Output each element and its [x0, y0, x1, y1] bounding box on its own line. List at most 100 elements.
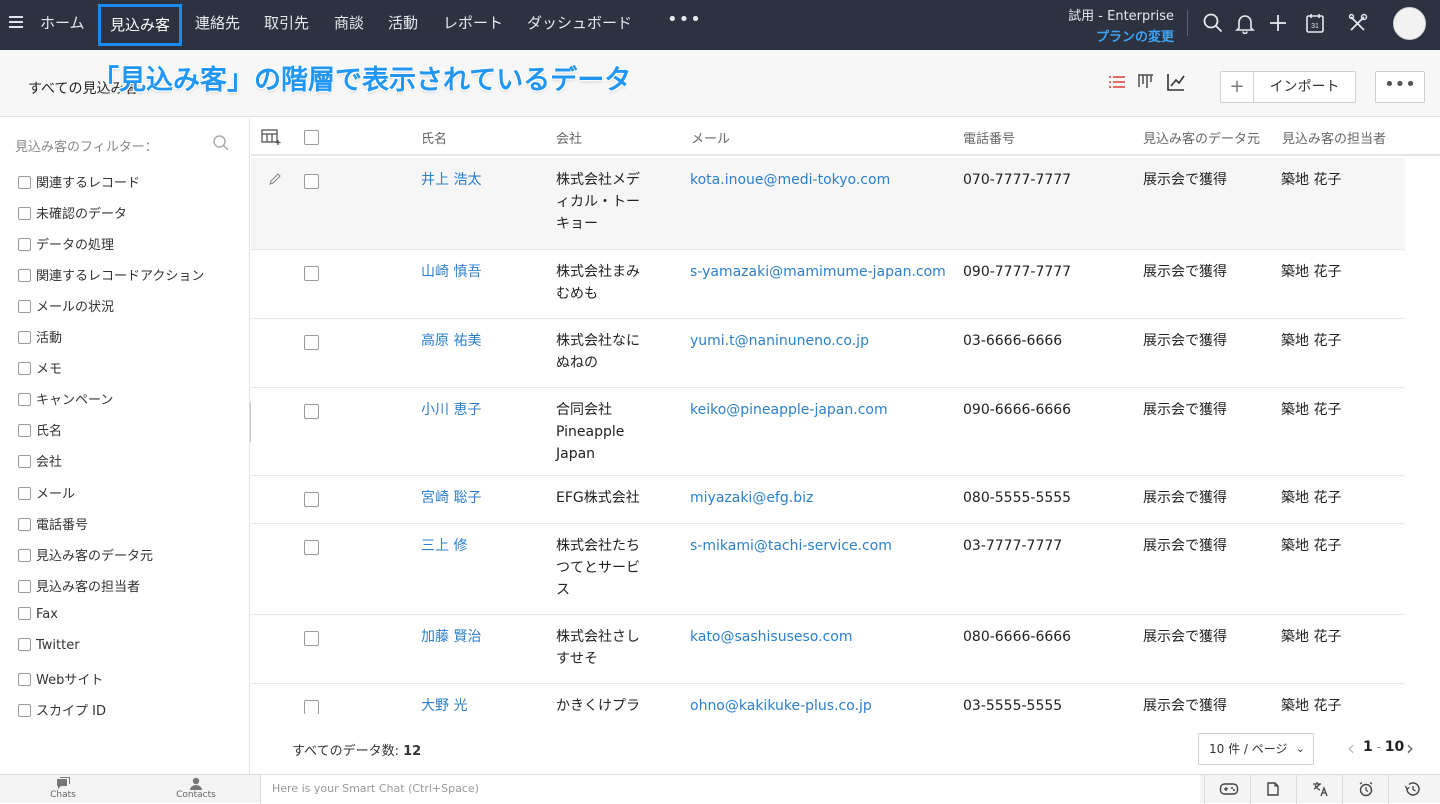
email-link[interactable]: s-mikami@tachi-service.com: [690, 535, 950, 557]
table-row[interactable]: 加藤 賢治 株式会社さしすせそ kato@sashisuseso.com 080-66…: [251, 615, 1405, 684]
calendar-icon[interactable]: 31: [1304, 12, 1326, 34]
row-checkbox[interactable]: [304, 492, 319, 507]
column-header-email[interactable]: メール: [691, 128, 730, 147]
list-view-icon[interactable]: [1107, 72, 1127, 92]
filter-checkbox[interactable]: [18, 393, 31, 406]
nav-item-reports[interactable]: レポート: [443, 0, 503, 46]
translate-button[interactable]: [1296, 775, 1342, 804]
filter-item[interactable]: メール: [18, 483, 75, 503]
filter-checkbox[interactable]: [18, 607, 31, 620]
change-plan-link[interactable]: プランの変更: [1050, 26, 1174, 45]
filter-checkbox[interactable]: [18, 176, 31, 189]
nav-item-leads[interactable]: 見込み客: [98, 4, 183, 46]
bell-icon[interactable]: [1234, 12, 1256, 34]
kanban-view-icon[interactable]: [1136, 72, 1156, 92]
email-link[interactable]: keiko@pineapple-japan.com: [690, 399, 950, 421]
filter-item[interactable]: 会社: [18, 451, 62, 471]
filter-item[interactable]: 関連するレコード: [18, 172, 140, 192]
column-header-lead-owner[interactable]: 見込み客の担当者: [1282, 128, 1386, 147]
column-settings-icon[interactable]: [261, 128, 281, 146]
filter-item[interactable]: スカイプ ID: [18, 700, 106, 720]
column-header-lead-source[interactable]: 見込み客のデータ元: [1143, 128, 1260, 147]
row-checkbox[interactable]: [304, 174, 319, 189]
tools-icon[interactable]: [1347, 12, 1369, 34]
contacts-button[interactable]: Contacts: [166, 777, 226, 800]
history-button[interactable]: [1388, 775, 1440, 804]
filter-item[interactable]: 活動: [18, 327, 62, 347]
import-button[interactable]: インポート: [1253, 71, 1356, 103]
filter-item[interactable]: Webサイト: [18, 669, 103, 689]
filter-item[interactable]: 見込み客のデータ元: [18, 545, 153, 565]
lead-name-link[interactable]: 大野 光: [421, 695, 541, 714]
filter-item[interactable]: 電話番号: [18, 514, 88, 534]
filter-item[interactable]: 関連するレコードアクション: [18, 265, 204, 285]
filter-item[interactable]: 未確認のデータ: [18, 203, 127, 223]
chart-view-icon[interactable]: [1166, 72, 1186, 92]
email-link[interactable]: yumi.t@naninuneno.co.jp: [690, 330, 950, 352]
filter-checkbox[interactable]: [18, 518, 31, 531]
notes-button[interactable]: [1250, 775, 1296, 804]
lead-name-link[interactable]: 井上 浩太: [421, 169, 541, 191]
email-link[interactable]: kato@sashisuseso.com: [690, 626, 950, 648]
lead-name-link[interactable]: 小川 恵子: [421, 399, 541, 421]
alarm-button[interactable]: [1342, 775, 1388, 804]
nav-item-dashboards[interactable]: ダッシュボード: [527, 0, 632, 46]
create-lead-button[interactable]: +: [1220, 71, 1253, 103]
table-row[interactable]: 高原 祐美 株式会社なにぬねの yumi.t@naninuneno.co.jp 03-…: [251, 319, 1405, 388]
row-checkbox[interactable]: [304, 631, 319, 646]
nav-item-accounts[interactable]: 取引先: [264, 0, 309, 46]
row-checkbox[interactable]: [304, 266, 319, 281]
user-avatar[interactable]: [1393, 7, 1426, 40]
filter-item[interactable]: 氏名: [18, 420, 62, 440]
nav-item-home[interactable]: ホーム: [40, 0, 85, 46]
nav-more-button[interactable]: •••: [667, 9, 702, 30]
table-row[interactable]: 小川 恵子 合同会社Pineapple Japan keiko@pineapple-…: [251, 388, 1405, 476]
column-header-name[interactable]: 氏名: [421, 128, 447, 147]
filter-item[interactable]: Fax: [18, 607, 58, 627]
lead-name-link[interactable]: 三上 修: [421, 535, 541, 557]
email-link[interactable]: kota.inoue@medi-tokyo.com: [690, 169, 950, 191]
gamepad-button[interactable]: [1204, 775, 1250, 804]
plus-icon[interactable]: [1267, 12, 1289, 34]
filter-checkbox[interactable]: [18, 455, 31, 468]
lead-name-link[interactable]: 高原 祐美: [421, 330, 541, 352]
filter-checkbox[interactable]: [18, 424, 31, 437]
row-checkbox[interactable]: [304, 700, 319, 714]
previous-page-button[interactable]: ‹: [1347, 736, 1355, 760]
filter-checkbox[interactable]: [18, 207, 31, 220]
filter-item[interactable]: キャンペーン: [18, 389, 113, 409]
next-page-button[interactable]: ›: [1406, 736, 1414, 760]
table-row[interactable]: 宮崎 聡子 EFG株式会社 miyazaki@efg.biz 080-5555-555…: [251, 476, 1405, 524]
chats-button[interactable]: Chats: [33, 777, 93, 800]
column-header-phone[interactable]: 電話番号: [963, 128, 1015, 147]
filter-item[interactable]: データの処理: [18, 234, 114, 254]
filter-checkbox[interactable]: [18, 673, 31, 686]
filter-checkbox[interactable]: [18, 331, 31, 344]
filter-item[interactable]: Twitter: [18, 638, 80, 658]
nav-item-deals[interactable]: 商談: [334, 0, 364, 46]
lead-name-link[interactable]: 宮崎 聡子: [421, 487, 541, 509]
filter-search-icon[interactable]: [212, 134, 230, 152]
row-checkbox[interactable]: [304, 335, 319, 350]
edit-pencil-icon[interactable]: [268, 172, 282, 186]
filter-checkbox[interactable]: [18, 300, 31, 313]
filter-item[interactable]: メールの状況: [18, 296, 114, 316]
filter-checkbox[interactable]: [18, 638, 31, 651]
lead-name-link[interactable]: 加藤 賢治: [421, 626, 541, 648]
per-page-select[interactable]: 10 件 / ページ ⌄: [1198, 733, 1314, 765]
email-link[interactable]: s-yamazaki@mamimume-japan.com: [690, 261, 950, 283]
search-icon[interactable]: [1202, 12, 1224, 34]
nav-item-contacts[interactable]: 連絡先: [195, 0, 240, 46]
nav-item-activities[interactable]: 活動: [388, 0, 418, 46]
filter-item[interactable]: 見込み客の担当者: [18, 576, 140, 596]
filter-checkbox[interactable]: [18, 549, 31, 562]
row-checkbox[interactable]: [304, 540, 319, 555]
filter-checkbox[interactable]: [18, 580, 31, 593]
table-row[interactable]: 三上 修株式会社たちつてとサービス s-mikami@tachi-service.…: [251, 524, 1405, 615]
lead-name-link[interactable]: 山崎 慎吾: [421, 261, 541, 283]
filter-checkbox[interactable]: [18, 238, 31, 251]
table-row[interactable]: 井上 浩太 株式会社メディカル・トーキョー kota.inoue@medi-toky…: [251, 158, 1405, 250]
row-checkbox[interactable]: [304, 404, 319, 419]
more-actions-button[interactable]: •••: [1375, 71, 1425, 103]
filter-checkbox[interactable]: [18, 487, 31, 500]
